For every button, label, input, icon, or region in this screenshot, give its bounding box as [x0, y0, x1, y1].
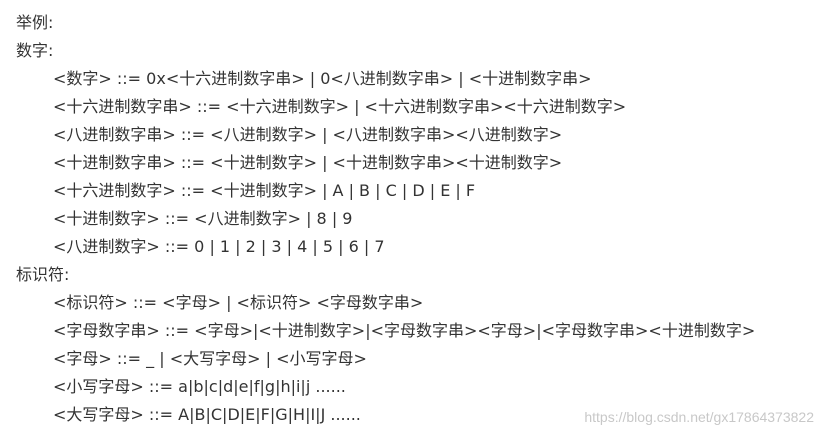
- rule-letter: <字母> ::= _ | <大写字母> | <小写字母>: [53, 349, 367, 368]
- rule-number: <数字> ::= 0x<十六进制数字串> | 0<八进制数字串> | <十进制数…: [53, 69, 592, 88]
- rule-octal-digit: <八进制数字> ::= 0 | 1 | 2 | 3 | 4 | 5 | 6 | …: [53, 237, 385, 256]
- rule-hex-digit-string: <十六进制数字串> ::= <十六进制数字> | <十六进制数字串><十六进制数…: [53, 97, 627, 116]
- rule-decimal-digit-string: <十进制数字串> ::= <十进制数字> | <十进制数字串><十进制数字>: [53, 153, 563, 172]
- rule-octal-digit-string: <八进制数字串> ::= <八进制数字> | <八进制数字串><八进制数字>: [53, 125, 563, 144]
- section-heading-identifiers: 标识符:: [16, 265, 70, 284]
- watermark-url: https://blog.csdn.net/gx17864373822: [584, 409, 814, 425]
- section-identifiers: 标识符: <标识符> ::= <字母> | <标识符> <字母数字串> <字母数…: [16, 261, 816, 429]
- rule-lowercase-letter: <小写字母> ::= a|b|c|d|e|f|g|h|i|j ......: [53, 377, 346, 396]
- rule-decimal-digit: <十进制数字> ::= <八进制数字> | 8 | 9: [53, 209, 353, 228]
- section-numbers: 数字: <数字> ::= 0x<十六进制数字串> | 0<八进制数字串> | <…: [16, 37, 816, 261]
- rule-alphanumeric-string: <字母数字串> ::= <字母>|<十进制数字>|<字母数字串><字母>|<字母…: [53, 321, 756, 340]
- rule-identifier: <标识符> ::= <字母> | <标识符> <字母数字串>: [53, 293, 424, 312]
- section-heading-numbers: 数字:: [16, 41, 54, 60]
- grammar-document: 举例: 数字: <数字> ::= 0x<十六进制数字串> | 0<八进制数字串>…: [16, 9, 816, 429]
- rule-hex-digit: <十六进制数字> ::= <十进制数字> | A | B | C | D | E…: [53, 181, 476, 200]
- intro-heading: 举例:: [16, 13, 54, 32]
